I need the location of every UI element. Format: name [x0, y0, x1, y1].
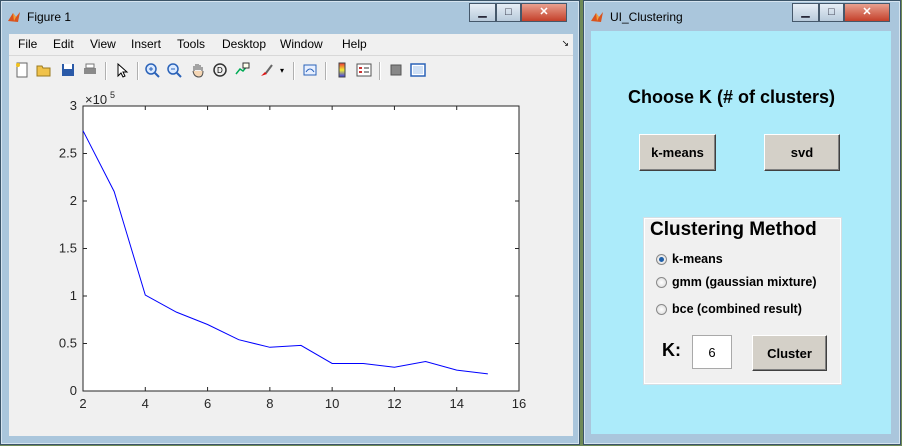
new-figure-icon[interactable] — [13, 61, 31, 79]
menu-view[interactable]: View — [90, 37, 116, 51]
legend-icon[interactable] — [355, 61, 373, 79]
brush-dropdown-icon[interactable]: ▾ — [277, 61, 287, 79]
x-tick-label: 12 — [387, 396, 401, 411]
window-title: Figure 1 — [27, 10, 72, 24]
menu-tools[interactable]: Tools — [177, 37, 205, 51]
brush-icon[interactable] — [257, 61, 275, 79]
x-tick-label: 2 — [79, 396, 86, 411]
figure-titlebar[interactable]: Figure 1 ▁ □ ✕ — [1, 1, 579, 31]
ui-titlebar[interactable]: UI_Clustering ▁ □ ✕ — [584, 1, 900, 31]
data-cursor-icon[interactable] — [233, 61, 251, 79]
window-title: UI_Clustering — [610, 10, 683, 24]
x-tick-label: 4 — [142, 396, 149, 411]
maximize-icon: □ — [505, 6, 512, 18]
minimize-button[interactable]: ▁ — [469, 3, 496, 22]
ui-client-area: Choose K (# of clusters) k-means svd Clu… — [591, 31, 891, 434]
window-controls: ▁ □ ✕ — [469, 3, 567, 22]
x-tick-label: 6 — [204, 396, 211, 411]
save-icon[interactable] — [59, 61, 77, 79]
figure-toolbar: D ▾ — [9, 55, 573, 87]
colorbar-icon[interactable] — [333, 61, 351, 79]
menu-edit[interactable]: Edit — [53, 37, 74, 51]
radio-unselected-icon[interactable] — [656, 303, 667, 315]
menu-insert[interactable]: Insert — [131, 37, 161, 51]
y-tick-label: 2 — [70, 193, 77, 208]
ui-clustering-window: UI_Clustering ▁ □ ✕ Choose K (# of clust… — [583, 0, 901, 445]
minimize-button[interactable]: ▁ — [792, 3, 819, 22]
close-icon: ✕ — [862, 6, 872, 18]
close-button[interactable]: ✕ — [521, 3, 567, 22]
menu-desktop[interactable]: Desktop — [222, 37, 266, 51]
window-controls: ▁ □ ✕ — [792, 3, 890, 22]
hide-plot-tools-icon[interactable] — [387, 61, 405, 79]
close-button[interactable]: ✕ — [844, 3, 890, 22]
choose-k-heading: Choose K (# of clusters) — [628, 87, 836, 107]
toolbar-separator — [137, 62, 139, 80]
radio-label: k-means — [672, 252, 723, 266]
y-tick-label: 0 — [70, 383, 77, 398]
close-icon: ✕ — [539, 6, 549, 18]
matlab-logo-icon — [8, 12, 20, 22]
svg-text:D: D — [217, 66, 223, 75]
radio-kmeans[interactable]: k-means — [656, 252, 723, 266]
open-file-icon[interactable] — [35, 61, 53, 79]
y-exponent-power: 5 — [110, 90, 115, 100]
y-tick-label: 3 — [70, 98, 77, 113]
menu-window[interactable]: Window — [280, 37, 323, 51]
maximize-button[interactable]: □ — [819, 3, 844, 22]
cluster-button[interactable]: Cluster — [752, 335, 827, 371]
radio-label: gmm (gaussian mixture) — [672, 275, 817, 289]
y-tick-label: 2.5 — [59, 146, 77, 161]
radio-gmm[interactable]: gmm (gaussian mixture) — [656, 275, 816, 289]
toolbar-separator — [325, 62, 327, 80]
radio-selected-icon[interactable] — [656, 253, 667, 265]
k-label: K: — [662, 340, 681, 360]
radio-unselected-icon[interactable] — [656, 276, 667, 288]
radio-label: bce (combined result) — [672, 302, 802, 316]
maximize-icon: □ — [828, 6, 835, 18]
x-tick-label: 8 — [266, 396, 273, 411]
plot-area — [82, 105, 520, 392]
show-plot-tools-icon[interactable] — [409, 61, 427, 79]
panel-title: Clustering Method — [648, 219, 819, 241]
toolbar-separator — [105, 62, 107, 80]
x-tick-label: 14 — [449, 396, 463, 411]
dock-arrow-icon[interactable]: ↘ — [561, 38, 569, 49]
toolbar-separator — [293, 62, 295, 80]
print-icon[interactable] — [81, 61, 99, 79]
y-tick-label: 1 — [70, 288, 77, 303]
toolbar-separator — [379, 62, 381, 80]
figure-window: Figure 1 ▁ □ ✕ File Edit View Insert Too… — [0, 0, 580, 445]
clustering-method-panel: Clustering Method k-means gmm (gaussian … — [643, 217, 842, 385]
select-arrow-icon[interactable] — [113, 61, 131, 79]
svd-button[interactable]: svd — [764, 134, 840, 171]
menu-bar: File Edit View Insert Tools Desktop Wind… — [9, 34, 573, 55]
line-chart[interactable]: 2 4 6 8 10 12 14 16 0 0.5 1 1.5 2 2.5 3 ×10 5 — [9, 86, 573, 436]
menu-help[interactable]: Help — [342, 37, 367, 51]
x-tick-label: 16 — [512, 396, 526, 411]
rotate-3d-icon[interactable]: D — [211, 61, 229, 79]
y-tick-label: 1.5 — [59, 241, 77, 256]
zoom-out-icon[interactable] — [165, 61, 183, 79]
minimize-icon: ▁ — [478, 6, 487, 18]
menu-file[interactable]: File — [18, 37, 37, 51]
matlab-logo-icon — [591, 12, 603, 22]
figure-canvas: 2 4 6 8 10 12 14 16 0 0.5 1 1.5 2 2.5 3 ×10 5 — [9, 86, 573, 436]
maximize-button[interactable]: □ — [496, 3, 521, 22]
y-exponent-label: ×10 — [85, 92, 107, 107]
radio-bce[interactable]: bce (combined result) — [656, 302, 802, 316]
y-tick-label: 0.5 — [59, 336, 77, 351]
minimize-icon: ▁ — [801, 6, 810, 18]
k-input[interactable]: 6 — [692, 335, 732, 369]
zoom-in-icon[interactable] — [143, 61, 161, 79]
link-plot-icon[interactable] — [301, 61, 319, 79]
kmeans-button[interactable]: k-means — [639, 134, 716, 171]
pan-hand-icon[interactable] — [189, 61, 207, 79]
x-tick-label: 10 — [325, 396, 339, 411]
